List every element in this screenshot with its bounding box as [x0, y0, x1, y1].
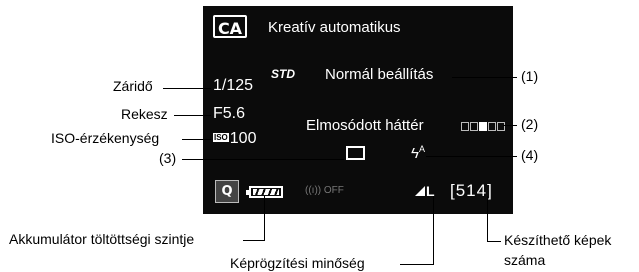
drive-single-icon[interactable] — [346, 146, 365, 160]
battery-icon — [246, 186, 283, 198]
blur-scale-step — [470, 122, 478, 131]
callout-line — [264, 196, 265, 240]
blur-scale-step — [479, 122, 487, 131]
iso-icon: ISO — [213, 133, 229, 142]
callout-aperture: Rekesz — [121, 106, 168, 122]
iso-number: 100 — [229, 130, 257, 147]
aperture-value: F5.6 — [213, 105, 246, 122]
callout-shots: Készíthető képek — [504, 232, 612, 248]
picture-style-label[interactable]: Normál beállítás — [325, 66, 433, 83]
callout-iso: ISO-érzékenység — [51, 130, 160, 146]
std-picture-style-icon: STD — [271, 67, 295, 81]
callout-battery: Akkumulátor töltöttségi szintje — [9, 231, 195, 247]
callout-shots-line2: száma — [504, 252, 546, 268]
callout-marker-4: (4) — [521, 147, 539, 163]
blur-scale-step — [461, 122, 469, 131]
callout-line — [182, 159, 344, 160]
callout-quality: Képrögzítési minőség — [230, 255, 365, 271]
callout-marker-2: (2) — [521, 116, 539, 132]
callout-line — [174, 115, 211, 116]
callout-line — [503, 125, 517, 126]
callout-line — [452, 77, 517, 78]
callout-line — [433, 196, 434, 264]
callout-line — [163, 88, 211, 89]
background-blur-label[interactable]: Elmosódott háttér — [306, 117, 424, 134]
wifi-off-icon: ((ı)) OFF — [305, 185, 344, 196]
iso-value: ISO 100 — [213, 130, 256, 148]
shutter-speed-value: 1/125 — [213, 77, 254, 94]
quality-large-icon: L — [415, 183, 435, 199]
callout-line — [426, 156, 517, 157]
flash-auto-icon[interactable]: ϟA — [411, 144, 425, 162]
callout-line — [400, 264, 434, 265]
flash-auto-label: A — [418, 144, 425, 154]
camera-lcd-screen: CA Kreatív automatikus STD Normál beállí… — [203, 6, 513, 214]
blur-scale-indicator[interactable] — [461, 122, 505, 131]
quick-control-button[interactable]: Q — [215, 180, 239, 203]
blur-scale-step — [497, 122, 505, 131]
callout-line — [243, 240, 265, 241]
blur-scale-step — [488, 122, 496, 131]
callout-line — [487, 196, 488, 241]
callout-marker-1: (1) — [521, 68, 539, 84]
callout-line — [487, 241, 501, 242]
callout-shutter: Záridő — [113, 78, 153, 94]
callout-line — [182, 139, 211, 140]
mode-badge: CA — [213, 15, 247, 38]
mode-title: Kreatív automatikus — [268, 19, 401, 36]
callout-marker-3: (3) — [159, 150, 177, 166]
